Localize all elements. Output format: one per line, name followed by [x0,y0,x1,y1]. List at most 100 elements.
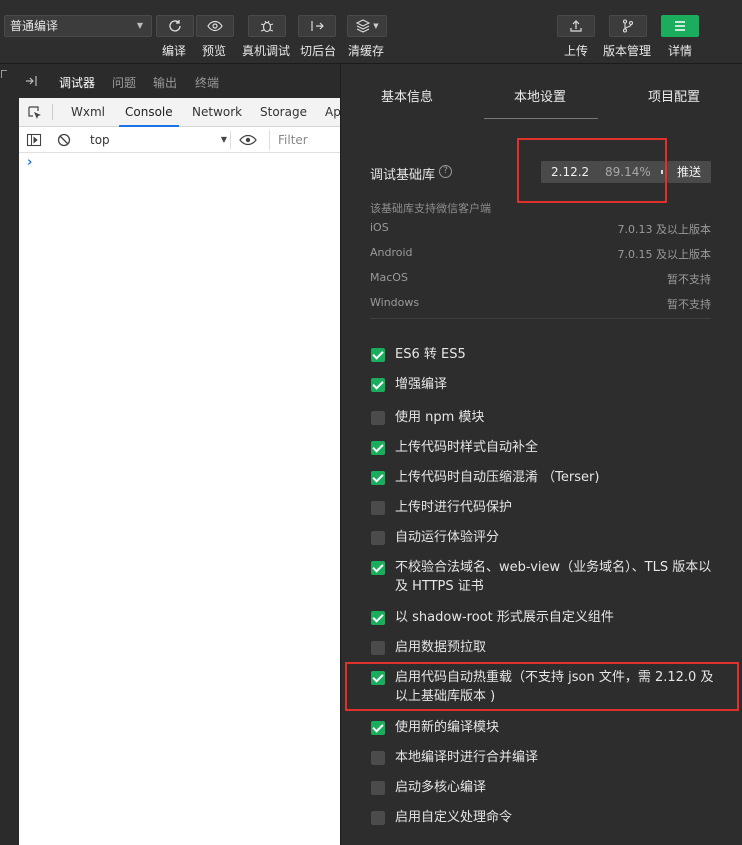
support-row: Android 7.0.15 及以上版本 [370,246,711,261]
checkbox[interactable] [371,531,385,545]
chevron-down-icon: ▼ [373,22,379,30]
tab-issues[interactable]: 问题 [112,74,136,91]
checkbox[interactable] [371,611,385,625]
details-button[interactable] [661,15,699,37]
compile-label: 编译 [162,44,187,58]
clear-console-icon[interactable] [56,132,72,148]
checkbox[interactable] [371,441,385,455]
checkbox[interactable] [371,561,385,575]
eye-icon[interactable] [239,132,257,148]
option-label: 以 shadow-root 形式展示自定义组件 [395,610,614,625]
tab-basic-info[interactable]: 基本信息 [381,86,433,105]
option-label: ES6 转 ES5 [395,347,466,362]
option-label: 自动运行体验评分 [395,530,500,545]
filter-input[interactable]: Filter [269,130,340,150]
tab-output[interactable]: 输出 [153,74,177,91]
branch-icon [622,19,634,33]
remote-debug-label: 真机调试 [242,44,291,58]
base-library-label: 调试基础库 [370,168,436,183]
dock-icon[interactable] [25,75,39,87]
background-label: 切后台 [300,44,337,58]
checkbox[interactable] [371,811,385,825]
console-output[interactable]: › [19,153,340,845]
menu-icon [675,21,685,31]
tab-appdata[interactable]: Ap [325,105,341,119]
checkbox[interactable] [371,348,385,362]
background-button[interactable] [298,15,336,37]
compile-mode-value: 普通编译 [10,19,59,33]
compile-mode-select[interactable]: 普通编译 ▼ [4,15,152,37]
remote-debug-button[interactable] [248,15,286,37]
os-name: MacOS [370,271,408,284]
top-toolbar: 普通编译 ▼ 编译 预览 真机调试 切后台 ▼ 清缓存 上传 版本管理 详情 [0,0,742,64]
tab-storage[interactable]: Storage [260,105,307,119]
checkbox[interactable] [371,378,385,392]
support-row: iOS 7.0.13 及以上版本 [370,221,711,236]
upload-label: 上传 [564,44,589,58]
tab-wxml[interactable]: Wxml [71,105,105,119]
option-label: 启用自定义处理命令 [395,810,513,825]
os-version: 7.0.13 及以上版本 [617,223,711,236]
sidebar-toggle-icon[interactable] [26,132,42,148]
option-label: 使用 npm 模块 [395,410,485,425]
clear-cache-label: 清缓存 [348,44,385,58]
option-label: 启用数据预拉取 [395,640,487,655]
switch-icon [311,21,324,31]
toolbar-divider [230,131,231,149]
panel-divider [52,104,53,120]
checkbox[interactable] [371,751,385,765]
annotation-box-version [517,138,667,203]
checkbox[interactable] [371,781,385,795]
clear-cache-button[interactable]: ▼ [347,15,387,37]
eye-icon [207,20,223,32]
support-row: MacOS 暂不支持 [370,271,711,286]
simulator-edge [0,64,19,845]
console-toolbar: top ▼ Filter [19,127,340,153]
os-version: 暂不支持 [667,273,711,286]
tab-local-settings[interactable]: 本地设置 [514,86,566,105]
devtools-tabbar: 调试器 问题 输出 终端 [19,64,340,98]
help-icon[interactable]: ? [439,165,452,178]
checkbox[interactable] [371,501,385,515]
chevron-down-icon: ▼ [136,21,143,30]
context-select[interactable]: top ▼ [83,130,227,150]
console-prompt-icon: › [27,155,33,170]
compile-button[interactable] [156,15,194,37]
preview-button[interactable] [196,15,234,37]
option-label: 上传时进行代码保护 [395,500,513,515]
context-value: top [90,133,110,147]
option-label: 上传代码时自动压缩混淆 （Terser) [395,470,600,485]
inspect-element-icon[interactable] [27,105,43,121]
option-label: 使用新的编译模块 [395,720,500,735]
os-name: Android [370,246,413,259]
support-note: 该基础库支持微信客户端 [370,202,491,215]
refresh-icon [169,20,181,32]
tab-project-config[interactable]: 项目配置 [648,86,700,105]
version-manage-button[interactable] [609,15,647,37]
tab-console[interactable]: Console [119,105,179,127]
details-label: 详情 [668,44,693,58]
option-label: 上传代码时样式自动补全 [395,440,539,455]
os-version: 暂不支持 [667,298,711,311]
upload-button[interactable] [557,15,595,37]
push-button[interactable]: 推送 [667,161,711,183]
support-row: Windows 暂不支持 [370,296,711,311]
os-version: 7.0.15 及以上版本 [617,248,711,261]
upload-icon [570,20,582,32]
checkbox[interactable] [371,641,385,655]
annotation-box-hot-reload [345,662,739,711]
layers-icon [356,19,371,33]
tab-debugger[interactable]: 调试器 [59,74,95,91]
option-label: 增强编译 [395,377,448,392]
option-label: 不校验合法域名、web-view（业务域名）、TLS 版本以及 HTTPS 证书 [395,560,712,594]
corner-mark [1,70,7,78]
tab-terminal[interactable]: 终端 [195,74,219,91]
tab-network[interactable]: Network [192,105,242,119]
active-tab-indicator [484,118,598,119]
checkbox[interactable] [371,471,385,485]
option-label: 启动多核心编译 [395,780,487,795]
checkbox[interactable] [371,411,385,425]
bug-icon [260,20,274,33]
option-label: 本地编译时进行合并编译 [395,750,539,765]
checkbox[interactable] [371,721,385,735]
